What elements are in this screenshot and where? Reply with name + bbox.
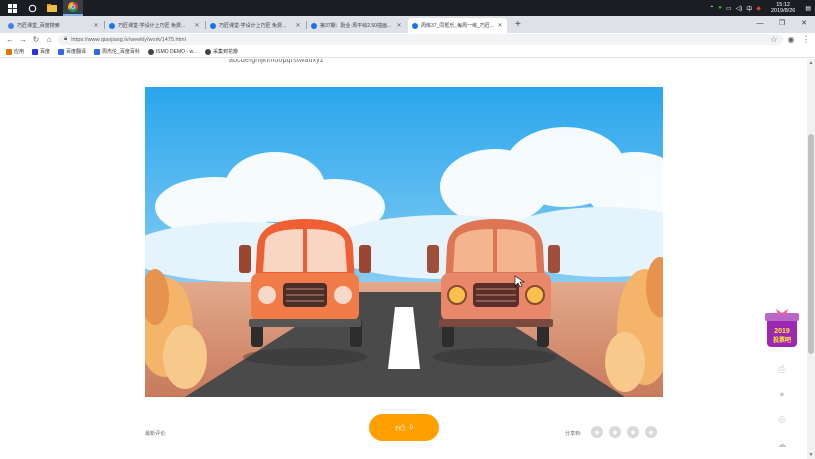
comment-icon[interactable]: ● bbox=[774, 386, 790, 402]
restore-button[interactable]: ❐ bbox=[771, 16, 793, 30]
qiaojiang-favicon-icon bbox=[311, 22, 317, 29]
tab-strip: 巧匠课堂_百度搜索 ✕ 巧匠课堂-学设计上巧匠 免费... ✕ 巧匠课堂-学设计… bbox=[0, 16, 815, 33]
tab-title: 巧匠课堂-学设计上巧匠 免费... bbox=[219, 23, 287, 29]
windows-taskbar: ⌃ ● ▭ ◁) 中 ◆ 15:12 2019/8/26 ▤ bbox=[0, 0, 815, 16]
work-description-text: abcdefghijklmoopqrstwauxyz bbox=[229, 59, 324, 64]
bookmarks-bar: 应用 百度 百度翻译 周杰伦_百度百科 ISMO DEMO - w... 采集到… bbox=[0, 46, 815, 58]
bookmark-star-icon[interactable]: ☆ bbox=[768, 34, 780, 45]
menu-kebab-icon[interactable]: ⋮ bbox=[800, 34, 812, 45]
artwork-image-two-buses[interactable] bbox=[145, 87, 663, 397]
bookmark-label: ISMO DEMO - w... bbox=[155, 48, 197, 55]
notification-icon[interactable]: ▤ bbox=[805, 5, 811, 12]
home-button[interactable]: ⌂ bbox=[43, 34, 55, 45]
globe-icon bbox=[147, 48, 154, 55]
bookmark-ismo-demo[interactable]: ISMO DEMO - w... bbox=[147, 48, 197, 55]
web-page: abcdefghijklmoopqrstwauxyz 最新评论: 👍︎ 0 分享… bbox=[0, 59, 807, 459]
qq-share-icon[interactable]: ◉ bbox=[627, 426, 639, 438]
tab-title: 巧匠课堂-学设计上巧匠 免费... bbox=[118, 23, 186, 29]
clock-date: 2019/8/26 bbox=[770, 8, 796, 14]
reload-button[interactable]: ↻ bbox=[30, 34, 42, 45]
address-bar[interactable]: 🔒︎ https://www.qiaojiang.tv/weekly/work/… bbox=[58, 34, 783, 45]
url-text: https://www.qiaojiang.tv/weekly/work/147… bbox=[71, 36, 186, 43]
bookmark-apps[interactable]: 应用 bbox=[6, 48, 24, 55]
bookmark-label: 周杰伦_百度百科 bbox=[102, 49, 140, 55]
like-count: 0 bbox=[409, 424, 413, 431]
antivirus-tray-icon[interactable]: ◆ bbox=[756, 5, 761, 12]
print-icon[interactable]: ⎙ bbox=[774, 361, 790, 377]
apps-grid-icon bbox=[6, 48, 12, 55]
qiaojiang-favicon-icon bbox=[210, 22, 216, 29]
tab-qiaojiang-2[interactable]: 巧匠课堂-学设计上巧匠 免费... ✕ bbox=[206, 18, 305, 33]
recent-comments-label: 最新评论: bbox=[145, 431, 167, 437]
close-tab-icon[interactable]: ✕ bbox=[93, 22, 99, 29]
cloud-icon[interactable]: ☁ bbox=[774, 436, 790, 452]
globe-icon bbox=[204, 48, 211, 55]
qiaojiang-favicon-icon bbox=[109, 22, 115, 29]
chevron-up-icon[interactable]: ⌃ bbox=[709, 5, 714, 12]
file-explorer-icon[interactable] bbox=[42, 0, 62, 16]
network-icon[interactable]: ▭ bbox=[726, 5, 732, 12]
share-label: 分享到: bbox=[565, 431, 582, 437]
volume-icon[interactable]: ◁) bbox=[736, 5, 743, 12]
back-button[interactable]: ← bbox=[4, 34, 16, 45]
qiaojiang-favicon-icon bbox=[412, 22, 418, 29]
lock-icon[interactable]: 🔒︎ bbox=[64, 36, 67, 43]
qzone-share-icon[interactable]: ◉ bbox=[645, 426, 657, 438]
wechat-tray-icon[interactable]: ● bbox=[718, 5, 722, 11]
promo-text-2: 投票吧 bbox=[773, 336, 791, 344]
tab-qiaojiang-1[interactable]: 巧匠课堂-学设计上巧匠 免费... ✕ bbox=[105, 18, 204, 33]
bookmark-baidu-translate[interactable]: 百度翻译 bbox=[58, 48, 86, 55]
baidu-paw-icon bbox=[94, 48, 101, 55]
clock[interactable]: 15:12 2019/8/26 bbox=[771, 2, 795, 14]
tab-title: 巧匠课堂_百度搜索 bbox=[17, 23, 60, 29]
bookmark-label: 采集到花瓣 bbox=[212, 49, 238, 55]
tab-title: 第37期：励业·周平绘2.50插画... bbox=[320, 23, 392, 29]
tab-baidu-search[interactable]: 巧匠课堂_百度搜索 ✕ bbox=[4, 18, 103, 33]
close-window-button[interactable]: ✕ bbox=[793, 16, 815, 30]
baidu-paw-icon bbox=[32, 48, 39, 55]
close-tab-icon[interactable]: ✕ bbox=[194, 22, 200, 29]
forward-button[interactable]: → bbox=[17, 34, 29, 45]
windows-start-icon[interactable] bbox=[2, 0, 22, 16]
close-tab-icon[interactable]: ✕ bbox=[396, 22, 402, 29]
chrome-taskbar-icon[interactable] bbox=[63, 0, 83, 16]
headset-icon[interactable]: ◎ bbox=[774, 411, 790, 427]
weibo-share-icon[interactable]: ◉ bbox=[609, 426, 621, 438]
bookmark-baidu[interactable]: 百度 bbox=[32, 48, 50, 55]
close-tab-icon[interactable]: ✕ bbox=[497, 22, 503, 29]
bookmark-label: 百度翻译 bbox=[66, 49, 87, 55]
page-scrollbar[interactable]: ▲ ▼ bbox=[807, 59, 815, 459]
wechat-share-icon[interactable]: ◉ bbox=[591, 426, 603, 438]
tab-issue-37[interactable]: 第37期：励业·周平绘2.50插画... ✕ bbox=[307, 18, 406, 33]
system-tray: ⌃ ● ▭ ◁) 中 ◆ 15:12 2019/8/26 ▤ bbox=[709, 0, 815, 16]
scroll-up-arrow[interactable]: ▲ bbox=[807, 59, 815, 67]
bookmark-baike[interactable]: 周杰伦_百度百科 bbox=[94, 48, 140, 55]
translate-icon bbox=[58, 48, 65, 55]
scroll-down-arrow[interactable]: ▼ bbox=[807, 451, 815, 459]
thumbs-up-icon: 👍︎ bbox=[395, 422, 406, 434]
scrollbar-thumb[interactable] bbox=[808, 134, 814, 354]
minimize-button[interactable]: — bbox=[749, 16, 771, 30]
browser-toolbar: ← → ↻ ⌂ 🔒︎ https://www.qiaojiang.tv/week… bbox=[0, 33, 815, 46]
like-button[interactable]: 👍︎ 0 bbox=[369, 414, 439, 441]
bookmark-huaban[interactable]: 采集到花瓣 bbox=[204, 48, 238, 55]
tab-title: 周练37_同框乐_每周一练_巧匠... bbox=[421, 23, 495, 29]
baidu-paw-icon bbox=[8, 22, 14, 29]
input-language[interactable]: 中 bbox=[746, 4, 752, 13]
share-icons: ◉ ◉ ◉ ◉ bbox=[591, 426, 657, 438]
promo-text: 2019 bbox=[774, 328, 790, 335]
tab-weekly-37-active[interactable]: 周练37_同框乐_每周一练_巧匠... ✕ bbox=[408, 18, 507, 33]
cortana-icon[interactable] bbox=[22, 0, 42, 16]
new-tab-button[interactable]: + bbox=[515, 19, 521, 30]
floating-toolbar: 2019 投票吧 ⎙ ● ◎ ☁ ︿ bbox=[764, 309, 800, 459]
close-tab-icon[interactable]: ✕ bbox=[295, 22, 301, 29]
bookmark-label: 应用 bbox=[14, 49, 25, 55]
bookmark-label: 百度 bbox=[40, 49, 51, 55]
profile-icon[interactable]: ◉ bbox=[785, 34, 797, 45]
vote-promo-badge[interactable]: 2019 投票吧 bbox=[764, 309, 800, 353]
